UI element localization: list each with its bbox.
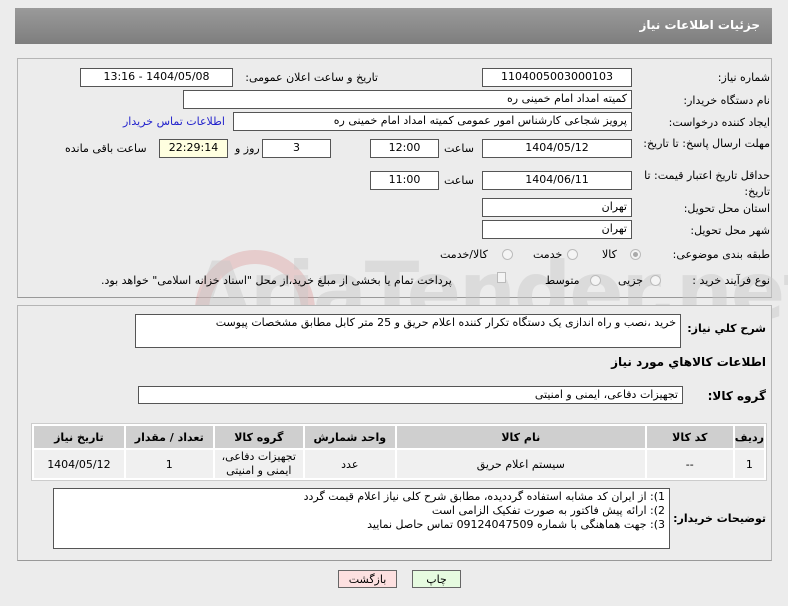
category-label: طبقه بندی موضوعی: [672, 248, 770, 261]
buyer-org-label: نام دستگاه خریدار: [683, 94, 770, 107]
cell-qty: 1 [125, 450, 213, 478]
col-date: تاریخ نیاز [34, 426, 124, 448]
process-option-minor: جزیی [618, 274, 644, 287]
col-unit: واحد شمارش [304, 426, 395, 448]
process-radio-medium[interactable] [590, 275, 601, 286]
province-label: استان محل تحویل: [683, 202, 770, 215]
deadline-hour-label: ساعت [444, 142, 474, 155]
buyer-org-field: کمیته امداد امام خمینی ره [183, 90, 632, 109]
process-radio-minor[interactable] [650, 275, 661, 286]
col-row: ردیف [734, 426, 764, 448]
goods-table: ردیف کد کالا نام کالا واحد شمارش گروه کا… [31, 423, 767, 481]
table-header-row: ردیف کد کالا نام کالا واحد شمارش گروه کا… [34, 426, 764, 448]
city-field: تهران [482, 220, 632, 239]
goods-group-label: گروه کالا: [707, 389, 766, 403]
category-option-service: خدمت [533, 248, 563, 261]
cell-unit: عدد [304, 450, 395, 478]
category-option-goods: کالا [602, 248, 617, 261]
validity-hour-label: ساعت [444, 174, 474, 187]
payment-note: پرداخت تمام یا بخشی از مبلغ خرید،از محل … [101, 274, 452, 287]
cell-date: 1404/05/12 [34, 450, 124, 478]
remaining-time-field: 22:29:14 [159, 139, 228, 158]
cell-group: تجهیزات دفاعی، ایمنی و امنیتی [214, 450, 303, 478]
remaining-label: ساعت باقی مانده [65, 142, 147, 155]
creator-field: پرویز شجاعی کارشناس امور عمومی کمیته امد… [233, 112, 632, 131]
validity-label: حداقل تاریخ اعتبار قیمت: تا تاریخ: [644, 169, 770, 198]
note-line: 2): ارائه پیش فاکتور به صورت تفکیک الزام… [431, 504, 665, 517]
table-row: 1 -- سیستم اعلام حریق عدد تجهیزات دفاعی،… [34, 450, 764, 478]
deadline-label: مهلت ارسال پاسخ: تا تاریخ: [643, 137, 770, 150]
print-button[interactable]: چاپ [412, 570, 461, 588]
deadline-time-field: 12:00 [370, 139, 439, 158]
city-label: شهر محل تحویل: [690, 224, 770, 237]
goods-heading: اطلاعات کالاهاي مورد نياز [611, 355, 766, 369]
category-radio-both[interactable] [502, 249, 513, 260]
days-field: 3 [262, 139, 331, 158]
back-button[interactable]: بازگشت [338, 570, 397, 588]
cell-name: سیستم اعلام حریق [396, 450, 645, 478]
notes-textarea[interactable]: 1): از ایران کد مشابه استفاده گرددیده، م… [53, 488, 670, 549]
description-textarea[interactable]: خرید ،نصب و راه اندازی یک دستگاه تکرار ک… [135, 314, 681, 348]
col-group: گروه کالا [214, 426, 303, 448]
col-code: کد کالا [646, 426, 733, 448]
category-option-both: کالا/خدمت [440, 248, 488, 261]
category-radio-goods[interactable] [630, 249, 641, 260]
col-name: نام کالا [396, 426, 645, 448]
note-line: 1): از ایران کد مشابه استفاده گرددیده، م… [303, 490, 665, 503]
cell-row: 1 [734, 450, 764, 478]
note-line: 3): جهت هماهنگی با شماره 09124047509 تما… [367, 518, 665, 531]
days-label: روز و [235, 142, 260, 155]
goods-group-field: تجهیزات دفاعی، ایمنی و امنیتی [138, 386, 683, 404]
announce-label: تاریخ و ساعت اعلان عمومی: [245, 71, 378, 84]
need-number-field: 1104005003000103 [482, 68, 632, 87]
description-label: شرح کلي نياز: [687, 322, 766, 335]
process-label: نوع فرآیند خرید : [692, 274, 770, 287]
cell-code: -- [646, 450, 733, 478]
process-option-medium: متوسط [545, 274, 580, 287]
col-qty: تعداد / مقدار [125, 426, 213, 448]
creator-label: ایجاد کننده درخواست: [668, 116, 770, 129]
announce-field: 1404/05/08 - 13:16 [80, 68, 233, 87]
province-field: تهران [482, 198, 632, 217]
notes-label: توضیحات خریدار: [673, 512, 766, 525]
validity-date-field: 1404/06/11 [482, 171, 632, 190]
page-header: جزئیات اطلاعات نیاز [15, 8, 772, 44]
page-title: جزئیات اطلاعات نیاز [639, 18, 760, 32]
validity-time-field: 11:00 [370, 171, 439, 190]
deadline-date-field: 1404/05/12 [482, 139, 632, 158]
contact-buyer-link[interactable]: اطلاعات تماس خریدار [123, 115, 225, 128]
category-radio-service[interactable] [567, 249, 578, 260]
need-number-label: شماره نیاز: [717, 71, 770, 84]
payment-checkbox[interactable] [497, 272, 506, 283]
